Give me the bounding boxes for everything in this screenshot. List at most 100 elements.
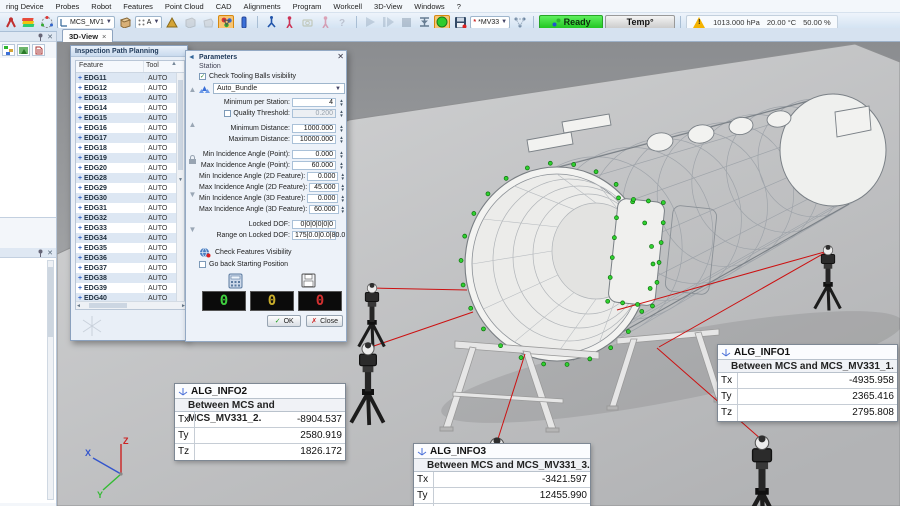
menu-item[interactable]: Windows <box>408 2 450 11</box>
feature-row[interactable]: +EDG38AUTO <box>76 273 184 283</box>
spinner-control[interactable]: ▲▼ <box>340 194 345 203</box>
menu-item[interactable]: Point Cloud <box>159 2 210 11</box>
spinner-control[interactable]: ▲▼ <box>338 150 345 159</box>
spinner-control[interactable]: ▲▼ <box>341 183 345 192</box>
feature-row[interactable]: +EDG20AUTO <box>76 163 184 173</box>
robot-icon[interactable] <box>3 15 19 30</box>
alg-info3-box[interactable]: ALG_INFO3Between MCS and MCS_MV331_3.Tx-… <box>413 443 591 506</box>
feature-row[interactable]: +EDG19AUTO <box>76 153 184 163</box>
features-view-icon[interactable] <box>17 44 30 56</box>
vertical-scrollbar[interactable]: ▼ <box>176 73 184 303</box>
column-tool[interactable]: Tool <box>144 61 170 72</box>
feature-row[interactable]: +EDG16AUTO <box>76 123 184 133</box>
tab-close-icon[interactable]: × <box>102 32 106 41</box>
feature-row[interactable]: +EDG30AUTO <box>76 193 184 203</box>
spinner-control[interactable]: ▲▼ <box>338 124 345 133</box>
close-icon[interactable]: ✕ <box>47 33 53 41</box>
column-feature[interactable]: Feature <box>76 61 144 72</box>
feature-row[interactable]: +EDG11AUTO <box>76 73 184 83</box>
feature-row[interactable]: +EDG37AUTO <box>76 263 184 273</box>
feature-row[interactable]: +EDG15AUTO <box>76 113 184 123</box>
expand-icon[interactable]: + <box>76 275 84 282</box>
scrollbar[interactable] <box>47 260 54 500</box>
feature-row[interactable]: +EDG12AUTO <box>76 83 184 93</box>
parameter-input[interactable]: 175|0.0|0.0|80.0 <box>292 231 336 240</box>
expand-icon[interactable]: + <box>76 175 84 182</box>
expand-icon[interactable]: + <box>76 145 84 152</box>
parameter-input[interactable]: 60.000 <box>309 205 338 214</box>
checkbox-unchecked[interactable] <box>224 110 231 117</box>
nav-down-icon[interactable]: ▼ <box>189 190 197 199</box>
feature-row[interactable]: +EDG28AUTO <box>76 173 184 183</box>
spinner-control[interactable]: ▲▼ <box>340 172 345 181</box>
info-box-title[interactable]: ALG_INFO1 <box>718 345 897 360</box>
close-icon[interactable]: ✕ <box>47 249 53 257</box>
expand-icon[interactable]: + <box>76 245 84 252</box>
feature-row[interactable]: +EDG36AUTO <box>76 253 184 263</box>
pin-icon[interactable] <box>37 249 44 257</box>
coordinate-system-combo[interactable]: MCS_MV1▼ <box>57 16 115 29</box>
go-back-start-row[interactable]: Go back Starting Position <box>199 259 345 270</box>
collapse-icon[interactable]: ◄ <box>188 54 195 61</box>
expand-icon[interactable]: + <box>76 135 84 142</box>
feature-row[interactable]: +EDG35AUTO <box>76 243 184 253</box>
expand-icon[interactable]: + <box>76 105 84 112</box>
machine-combo[interactable]: * *MV33▼ <box>470 16 510 29</box>
pin-icon[interactable] <box>37 33 44 41</box>
parameter-input[interactable]: 4 <box>292 98 336 107</box>
expand-icon[interactable]: + <box>76 195 84 202</box>
parameter-input[interactable]: 0.000 <box>307 194 338 203</box>
tree-view-icon[interactable] <box>2 44 15 56</box>
expand-icon[interactable]: + <box>76 95 84 102</box>
close-button[interactable]: ✗Close <box>306 315 343 327</box>
feature-row[interactable]: +EDG33AUTO <box>76 223 184 233</box>
check-features-visibility-button[interactable]: Check Features Visibility <box>199 246 345 259</box>
menu-item[interactable]: CAD <box>210 2 238 11</box>
expand-icon[interactable]: + <box>76 255 84 262</box>
expand-icon[interactable]: + <box>76 235 84 242</box>
expand-icon[interactable]: + <box>76 75 84 82</box>
ok-button[interactable]: ✓OK <box>267 315 301 327</box>
feature-row[interactable]: +EDG34AUTO <box>76 233 184 243</box>
menu-item[interactable]: Robot <box>85 2 117 11</box>
expand-icon[interactable]: + <box>76 285 84 292</box>
nav-up-icon[interactable]: ▲ <box>189 85 197 94</box>
parameter-input[interactable]: 45.000 <box>309 183 338 192</box>
feature-row[interactable]: +EDG29AUTO <box>76 183 184 193</box>
expand-icon[interactable]: + <box>76 155 84 162</box>
spinner-control[interactable]: ▲▼ <box>338 161 345 170</box>
feature-row[interactable]: +EDG31AUTO <box>76 203 184 213</box>
expand-icon[interactable]: + <box>76 205 84 212</box>
parameter-input[interactable]: 0|0|0|0|0|0 <box>292 220 336 229</box>
scroll-up-icon[interactable]: ▲ <box>170 61 178 72</box>
horizontal-scrollbar[interactable]: ◄► <box>76 301 186 309</box>
parameter-input[interactable]: 1000.000 <box>292 124 336 133</box>
menu-item[interactable]: ? <box>451 2 467 11</box>
feature-row[interactable]: +EDG18AUTO <box>76 143 184 153</box>
parameter-input[interactable]: 60.000 <box>292 161 336 170</box>
spinner-control[interactable]: ▲▼ <box>338 109 345 118</box>
report-view-icon[interactable] <box>32 44 45 56</box>
menu-item[interactable]: ring Device <box>0 2 50 11</box>
feature-row[interactable]: +EDG32AUTO <box>76 213 184 223</box>
feature-row[interactable]: +EDG14AUTO <box>76 103 184 113</box>
parameter-input[interactable]: 0.000 <box>307 172 338 181</box>
feature-row[interactable]: +EDG39AUTO <box>76 283 184 293</box>
alg-info1-box[interactable]: ALG_INFO1Between MCS and MCS_MV331_1.Tx-… <box>717 344 898 422</box>
expand-icon[interactable]: + <box>76 185 84 192</box>
parameter-input[interactable]: 0.200 <box>292 109 336 118</box>
view-mode-combo[interactable]: A▼ <box>135 16 163 29</box>
bundle-combo[interactable]: Auto_Bundle▼ <box>213 83 345 94</box>
color-map-icon[interactable] <box>21 15 37 30</box>
orbit-points-icon[interactable] <box>39 15 55 30</box>
spinner-control[interactable]: ▲▼ <box>338 135 345 144</box>
calculator-icon[interactable] <box>228 273 243 289</box>
menu-item[interactable]: Features <box>117 2 159 11</box>
info-box-title[interactable]: ALG_INFO2 <box>175 384 345 399</box>
nav-up2-icon[interactable]: ▲ <box>189 120 197 129</box>
feature-row[interactable]: +EDG17AUTO <box>76 133 184 143</box>
parameter-input[interactable]: 10000.000 <box>292 135 336 144</box>
menu-item[interactable]: Probes <box>50 2 86 11</box>
spinner-control[interactable]: ▲▼ <box>338 98 345 107</box>
menu-item[interactable]: 3D-View <box>368 2 408 11</box>
